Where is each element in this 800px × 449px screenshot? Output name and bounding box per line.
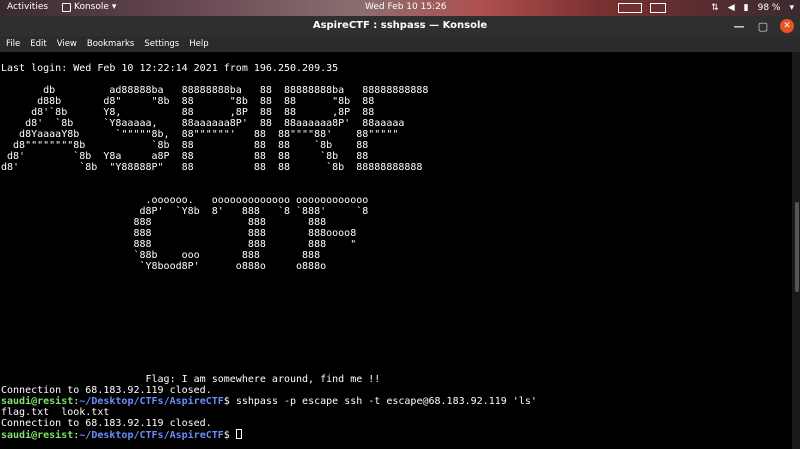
command-line: saudi@resist:~/Desktop/CTFs/AspireCTF$ s… bbox=[1, 396, 537, 407]
ascii-banner-line: d8""""""""8b `8b 88 88 88 `8b 88 bbox=[1, 140, 369, 151]
terminal-view[interactable]: Last login: Wed Feb 10 12:22:14 2021 fro… bbox=[0, 52, 800, 449]
menu-help[interactable]: Help bbox=[184, 36, 213, 52]
prompt-user: saudi@resist bbox=[1, 396, 74, 407]
terminal-cursor[interactable] bbox=[235, 429, 242, 439]
ls-output-line: flag.txt look.txt bbox=[1, 407, 110, 418]
battery-percentage: 98 % bbox=[757, 3, 781, 13]
window-titlebar[interactable]: AspireCTF : sshpass — Konsole — ▢ ✕ bbox=[0, 16, 800, 36]
window-title: AspireCTF : sshpass — Konsole bbox=[312, 20, 488, 31]
ascii-ctf-line: 888 888 888oooo8 bbox=[1, 228, 357, 239]
menu-view[interactable]: View bbox=[52, 36, 82, 52]
menu-edit[interactable]: Edit bbox=[25, 36, 51, 52]
ascii-ctf-line: `88b ooo 888 888 bbox=[1, 250, 321, 261]
keyboard-indicator-icon[interactable] bbox=[618, 3, 642, 13]
prompt-dollar: $ bbox=[223, 396, 236, 407]
chevron-down-icon: ▾ bbox=[789, 3, 794, 13]
ascii-banner-line: d88b d8" "8b 88 "8b 88 88 "8b 88 bbox=[1, 96, 375, 107]
menu-bar: File Edit View Bookmarks Settings Help bbox=[0, 36, 800, 52]
app-menu-label: Konsole bbox=[74, 2, 109, 12]
app-menu[interactable]: Konsole ▾ bbox=[62, 2, 116, 12]
ascii-ctf-line: .oooooo. ooooooooooooo oooooooooooo bbox=[1, 195, 369, 206]
prompt-dollar: $ bbox=[223, 430, 236, 441]
gnome-top-bar: Activities Konsole ▾ Wed Feb 10 15:26 ⇅ … bbox=[0, 0, 800, 16]
minimize-button[interactable]: — bbox=[732, 19, 746, 33]
maximize-button[interactable]: ▢ bbox=[756, 19, 770, 33]
menu-bookmarks[interactable]: Bookmarks bbox=[82, 36, 140, 52]
close-button[interactable]: ✕ bbox=[780, 19, 794, 33]
ascii-ctf-line: 888 888 888 " bbox=[1, 239, 357, 250]
menu-file[interactable]: File bbox=[0, 36, 25, 52]
chevron-down-icon: ▾ bbox=[111, 2, 117, 12]
ascii-banner-line: d8YaaaaY8b `"""""8b, 88""""""' 88 88""""… bbox=[1, 129, 399, 140]
system-tray[interactable]: ⇅ ◀ ▮ 98 % ▾ bbox=[711, 2, 794, 14]
typed-command: sshpass -p escape ssh -t escape@68.183.9… bbox=[235, 396, 537, 407]
clock[interactable]: Wed Feb 10 15:26 bbox=[365, 2, 447, 12]
ascii-banner-line: d8' `8b `Y8aaaaa, 88aaaaaa8P' 88 88aaaaa… bbox=[1, 118, 405, 129]
ascii-banner-line: d8'`8b Y8, 88 ,8P 88 88 ,8P 88 bbox=[1, 107, 375, 118]
ascii-banner-line: db ad88888ba 88888888ba 88 88888888ba 88… bbox=[1, 85, 429, 96]
connection-closed-line: Connection to 68.183.92.119 closed. bbox=[1, 418, 212, 429]
volume-icon: ◀ bbox=[727, 3, 735, 13]
ascii-banner-line: d8' `8b "Y88888P" 88 88 88 `8b 888888888… bbox=[1, 162, 423, 173]
ascii-ctf-line: 888 888 888 bbox=[1, 217, 327, 228]
prompt-path: ~/Desktop/CTFs/AspireCTF bbox=[79, 430, 224, 441]
flag-line: Flag: I am somewhere around, find me !! bbox=[1, 374, 381, 385]
last-login-line: Last login: Wed Feb 10 12:22:14 2021 fro… bbox=[1, 63, 339, 74]
prompt-user: saudi@resist bbox=[1, 430, 74, 441]
window-indicator-icon[interactable] bbox=[650, 3, 666, 13]
active-prompt-line[interactable]: saudi@resist:~/Desktop/CTFs/AspireCTF$ bbox=[1, 429, 242, 441]
menu-settings[interactable]: Settings bbox=[139, 36, 184, 52]
scrollbar[interactable] bbox=[792, 52, 800, 449]
scrollbar-thumb[interactable] bbox=[795, 202, 799, 292]
ascii-banner-line: d8' `8b Y8a a8P 88 88 88 `8b 88 bbox=[1, 151, 369, 162]
activities-button[interactable]: Activities bbox=[7, 2, 48, 12]
ascii-ctf-line: d8P' `Y8b 8' 888 `8 `888' `8 bbox=[1, 206, 369, 217]
network-icon: ⇅ bbox=[711, 3, 719, 13]
battery-icon: ▮ bbox=[743, 3, 749, 13]
connection-closed-line: Connection to 68.183.92.119 closed. bbox=[1, 385, 212, 396]
konsole-app-icon bbox=[62, 2, 71, 12]
prompt-path: ~/Desktop/CTFs/AspireCTF bbox=[79, 396, 224, 407]
ascii-ctf-line: `Y8bood8P' o888o o888o bbox=[1, 261, 327, 272]
